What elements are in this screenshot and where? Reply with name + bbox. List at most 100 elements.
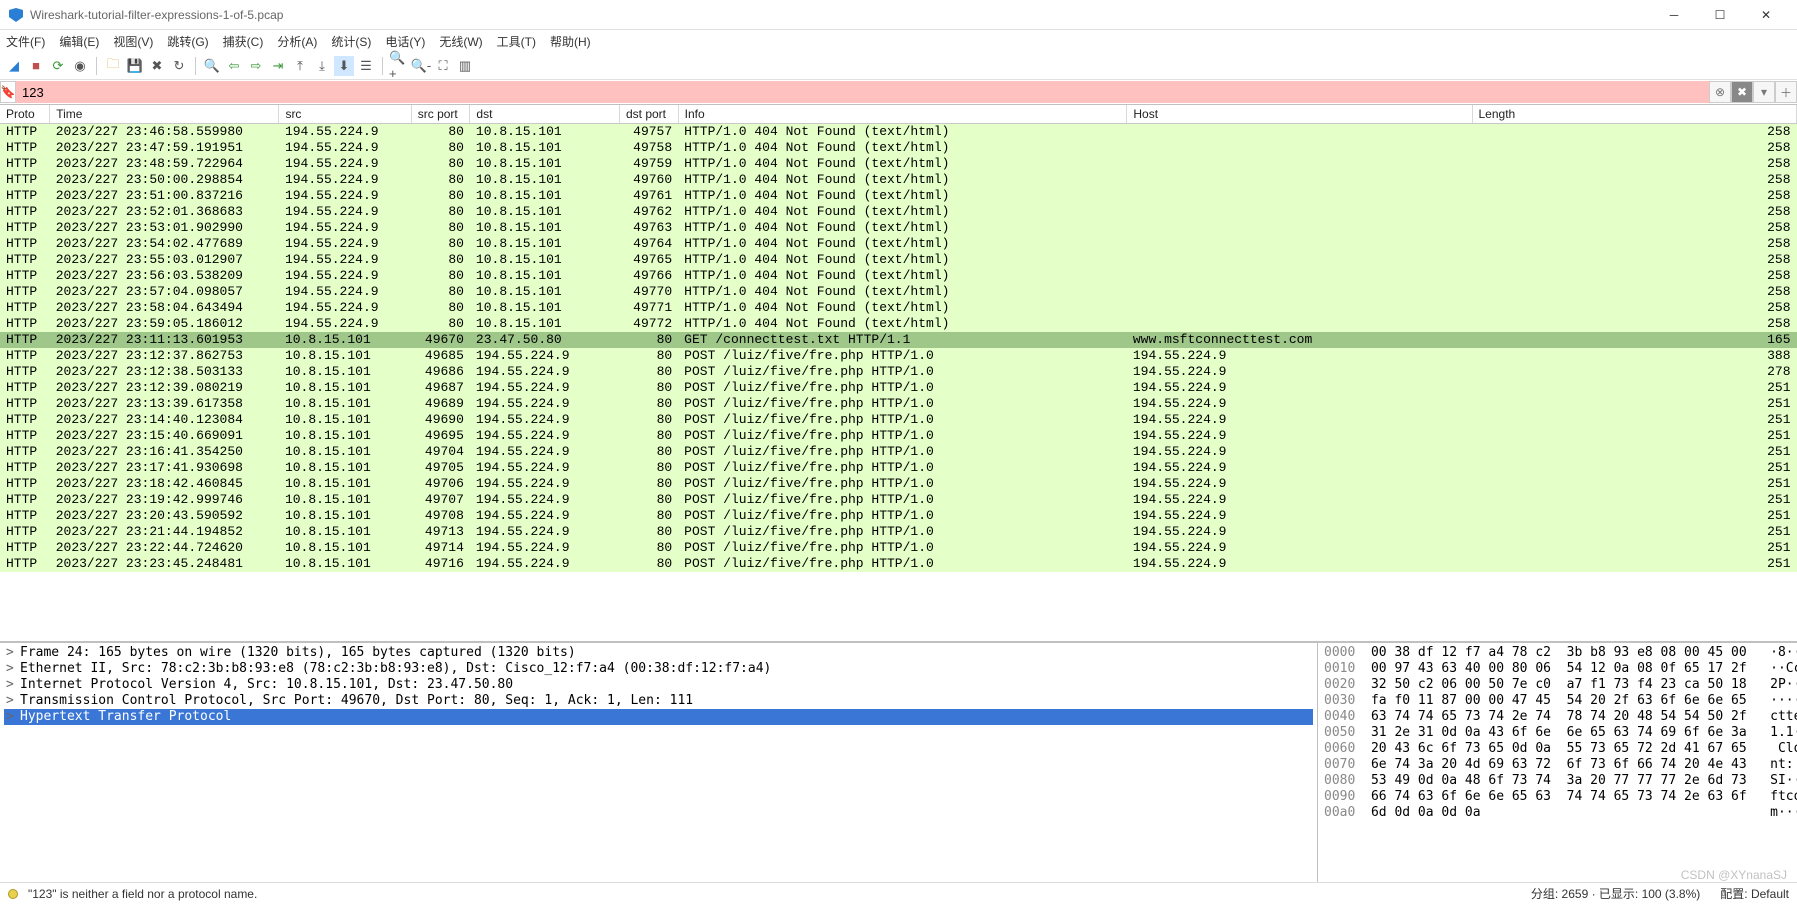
packet-row[interactable]: HTTP2023/227 23:58:04.643494194.55.224.9… <box>0 300 1797 316</box>
hex-line[interactable]: 0000 00 38 df 12 f7 a4 78 c2 3b b8 93 e8… <box>1324 645 1791 661</box>
packet-row[interactable]: HTTP2023/227 23:47:59.191951194.55.224.9… <box>0 140 1797 156</box>
packet-row[interactable]: HTTP2023/227 23:22:44.72462010.8.15.1014… <box>0 540 1797 556</box>
packet-row[interactable]: HTTP2023/227 23:57:04.098057194.55.224.9… <box>0 284 1797 300</box>
display-filter-input[interactable] <box>16 81 1709 103</box>
filter-bookmark-icon[interactable]: 🔖 <box>0 81 16 103</box>
colorize-icon[interactable]: ☰ <box>356 56 376 76</box>
hex-line[interactable]: 00a0 6d 0d 0a 0d 0a m···· <box>1324 805 1791 821</box>
packet-row[interactable]: HTTP2023/227 23:50:00.298854194.55.224.9… <box>0 172 1797 188</box>
menu-item[interactable]: 电话(Y) <box>385 33 425 50</box>
packet-row[interactable]: HTTP2023/227 23:46:58.559980194.55.224.9… <box>0 124 1797 141</box>
resize-columns-icon[interactable]: ▥ <box>455 56 475 76</box>
column-header[interactable]: dst port <box>619 105 678 124</box>
expand-icon[interactable]: > <box>6 645 16 661</box>
filter-add-icon[interactable]: ＋ <box>1775 81 1797 103</box>
column-header[interactable]: Time <box>50 105 279 124</box>
hex-line[interactable]: 0050 31 2e 31 0d 0a 43 6f 6e 6e 65 63 74… <box>1324 725 1791 741</box>
go-to-packet-icon[interactable]: ⇥ <box>268 56 288 76</box>
go-back-icon[interactable]: ⇦ <box>224 56 244 76</box>
open-file-icon[interactable]: 🗀 <box>103 56 123 76</box>
tree-node[interactable]: >Internet Protocol Version 4, Src: 10.8.… <box>4 677 1313 693</box>
column-header[interactable]: Length <box>1472 105 1797 124</box>
stop-capture-icon[interactable]: ■ <box>26 56 46 76</box>
packet-row[interactable]: HTTP2023/227 23:12:39.08021910.8.15.1014… <box>0 380 1797 396</box>
hex-line[interactable]: 0060 20 43 6c 6f 73 65 0d 0a 55 73 65 72… <box>1324 741 1791 757</box>
packet-row[interactable]: HTTP2023/227 23:18:42.46084510.8.15.1014… <box>0 476 1797 492</box>
hex-line[interactable]: 0010 00 97 43 63 40 00 80 06 54 12 0a 08… <box>1324 661 1791 677</box>
restart-capture-icon[interactable]: ⟳ <box>48 56 68 76</box>
column-header[interactable]: Host <box>1127 105 1472 124</box>
filter-cancel-icon[interactable]: ✖ <box>1731 81 1753 103</box>
minimize-button[interactable]: ─ <box>1651 0 1697 30</box>
zoom-out-icon[interactable]: 🔍- <box>411 56 431 76</box>
auto-scroll-icon[interactable]: ⬇ <box>334 56 354 76</box>
tree-node[interactable]: >Frame 24: 165 bytes on wire (1320 bits)… <box>4 645 1313 661</box>
column-header[interactable]: Proto <box>0 105 50 124</box>
menu-item[interactable]: 工具(T) <box>497 33 536 50</box>
packet-row[interactable]: HTTP2023/227 23:53:01.902990194.55.224.9… <box>0 220 1797 236</box>
menu-item[interactable]: 无线(W) <box>439 33 482 50</box>
packet-row[interactable]: HTTP2023/227 23:13:39.61735810.8.15.1014… <box>0 396 1797 412</box>
go-forward-icon[interactable]: ⇨ <box>246 56 266 76</box>
packet-row[interactable]: HTTP2023/227 23:48:59.722964194.55.224.9… <box>0 156 1797 172</box>
find-icon[interactable]: 🔍 <box>202 56 222 76</box>
packet-row[interactable]: HTTP2023/227 23:16:41.35425010.8.15.1014… <box>0 444 1797 460</box>
hex-line[interactable]: 0020 32 50 c2 06 00 50 7e c0 a7 f1 73 f4… <box>1324 677 1791 693</box>
packet-row[interactable]: HTTP2023/227 23:11:13.60195310.8.15.1014… <box>0 332 1797 348</box>
start-capture-icon[interactable]: ◢ <box>4 56 24 76</box>
packet-row[interactable]: HTTP2023/227 23:51:00.837216194.55.224.9… <box>0 188 1797 204</box>
packet-details-tree[interactable]: >Frame 24: 165 bytes on wire (1320 bits)… <box>0 643 1317 882</box>
menu-item[interactable]: 文件(F) <box>6 33 45 50</box>
menu-item[interactable]: 捕获(C) <box>223 33 264 50</box>
packet-row[interactable]: HTTP2023/227 23:21:44.19485210.8.15.1014… <box>0 524 1797 540</box>
column-header[interactable]: Info <box>678 105 1127 124</box>
packet-row[interactable]: HTTP2023/227 23:23:45.24848110.8.15.1014… <box>0 556 1797 572</box>
packet-row[interactable]: HTTP2023/227 23:59:05.186012194.55.224.9… <box>0 316 1797 332</box>
packet-row[interactable]: HTTP2023/227 23:54:02.477689194.55.224.9… <box>0 236 1797 252</box>
hex-line[interactable]: 0090 66 74 63 6f 6e 6e 65 63 74 74 65 73… <box>1324 789 1791 805</box>
filter-apply-icon[interactable]: ▾ <box>1753 81 1775 103</box>
packet-list[interactable]: ProtoTimesrcsrc portdstdst portInfoHostL… <box>0 104 1797 642</box>
hex-line[interactable]: 0080 53 49 0d 0a 48 6f 73 74 3a 20 77 77… <box>1324 773 1791 789</box>
reload-file-icon[interactable]: ↻ <box>169 56 189 76</box>
packet-row[interactable]: HTTP2023/227 23:19:42.99974610.8.15.1014… <box>0 492 1797 508</box>
packet-bytes-hex[interactable]: 0000 00 38 df 12 f7 a4 78 c2 3b b8 93 e8… <box>1317 643 1797 882</box>
column-header[interactable]: dst <box>470 105 620 124</box>
save-file-icon[interactable]: 💾 <box>125 56 145 76</box>
menu-item[interactable]: 编辑(E) <box>59 33 99 50</box>
hex-line[interactable]: 0030 fa f0 11 87 00 00 47 45 54 20 2f 63… <box>1324 693 1791 709</box>
menu-item[interactable]: 分析(A) <box>277 33 317 50</box>
packet-row[interactable]: HTTP2023/227 23:17:41.93069810.8.15.1014… <box>0 460 1797 476</box>
expand-icon[interactable]: > <box>6 709 16 725</box>
packet-row[interactable]: HTTP2023/227 23:14:40.12308410.8.15.1014… <box>0 412 1797 428</box>
zoom-reset-icon[interactable]: ⛶ <box>433 56 453 76</box>
hex-line[interactable]: 0040 63 74 74 65 73 74 2e 74 78 74 20 48… <box>1324 709 1791 725</box>
expand-icon[interactable]: > <box>6 661 16 677</box>
hex-line[interactable]: 0070 6e 74 3a 20 4d 69 63 72 6f 73 6f 66… <box>1324 757 1791 773</box>
zoom-in-icon[interactable]: 🔍+ <box>389 56 409 76</box>
tree-node[interactable]: >Transmission Control Protocol, Src Port… <box>4 693 1313 709</box>
packet-row[interactable]: HTTP2023/227 23:55:03.012907194.55.224.9… <box>0 252 1797 268</box>
packet-row[interactable]: HTTP2023/227 23:12:38.50313310.8.15.1014… <box>0 364 1797 380</box>
menu-item[interactable]: 帮助(H) <box>550 33 591 50</box>
column-header[interactable]: src <box>279 105 411 124</box>
last-packet-icon[interactable]: ⤓ <box>312 56 332 76</box>
capture-options-icon[interactable]: ◉ <box>70 56 90 76</box>
expert-info-icon[interactable] <box>8 889 18 899</box>
menu-item[interactable]: 跳转(G) <box>167 33 208 50</box>
tree-node[interactable]: >Hypertext Transfer Protocol <box>4 709 1313 725</box>
packet-row[interactable]: HTTP2023/227 23:20:43.59059210.8.15.1014… <box>0 508 1797 524</box>
close-file-icon[interactable]: ✖ <box>147 56 167 76</box>
packet-row[interactable]: HTTP2023/227 23:52:01.368683194.55.224.9… <box>0 204 1797 220</box>
column-header[interactable]: src port <box>411 105 470 124</box>
packet-row[interactable]: HTTP2023/227 23:56:03.538209194.55.224.9… <box>0 268 1797 284</box>
first-packet-icon[interactable]: ⤒ <box>290 56 310 76</box>
expand-icon[interactable]: > <box>6 677 16 693</box>
tree-node[interactable]: >Ethernet II, Src: 78:c2:3b:b8:93:e8 (78… <box>4 661 1313 677</box>
expand-icon[interactable]: > <box>6 693 16 709</box>
filter-clear-icon[interactable]: ⊗ <box>1709 81 1731 103</box>
menu-item[interactable]: 视图(V) <box>113 33 153 50</box>
close-button[interactable]: ✕ <box>1743 0 1789 30</box>
packet-row[interactable]: HTTP2023/227 23:12:37.86275310.8.15.1014… <box>0 348 1797 364</box>
maximize-button[interactable]: ☐ <box>1697 0 1743 30</box>
